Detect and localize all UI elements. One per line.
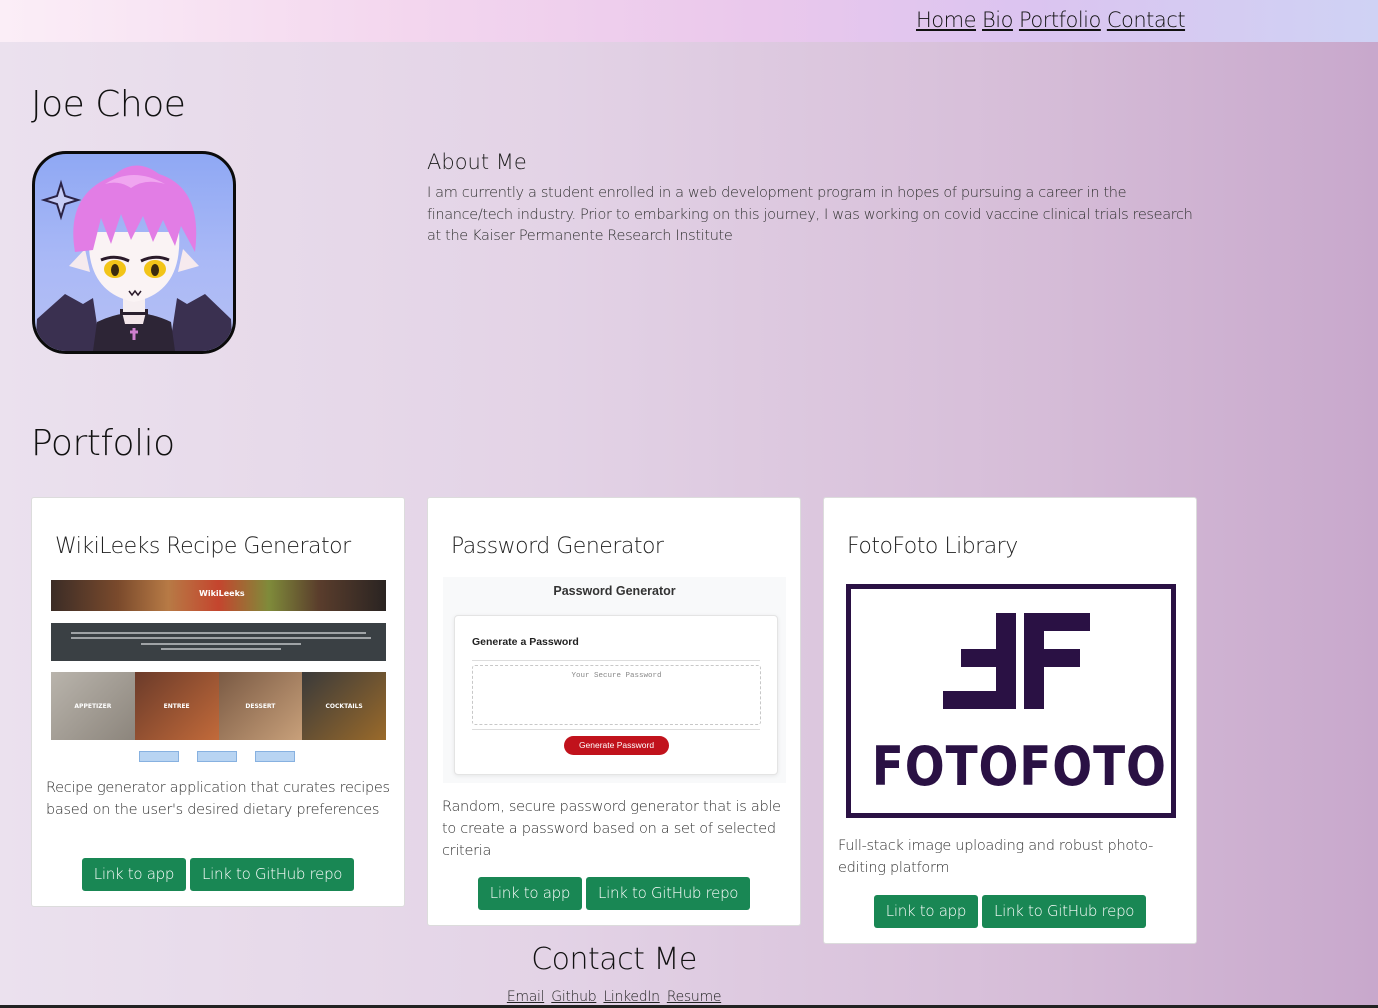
portfolio-card-fotofoto: FotoFoto Library FOTOFOTO Full-stack ima… — [823, 497, 1197, 944]
screenshot-tile: APPETIZER — [51, 672, 135, 740]
project-screenshot: WikiLeeks APPETIZER ENTREE DESSERT COCKT… — [51, 580, 386, 762]
screenshot-tile: COCKTAILS — [302, 672, 386, 740]
screenshot-card: Generate a Password Your Secure Password… — [454, 615, 778, 775]
card-description: Random, secure password generator that i… — [442, 799, 781, 859]
contact-link-resume[interactable]: Resume — [667, 989, 722, 1005]
sparkle-icon — [40, 179, 82, 221]
card-buttons: Link to app Link to GitHub repo — [824, 895, 1196, 928]
avatar-image — [35, 165, 233, 351]
card-buttons: Link to app Link to GitHub repo — [32, 858, 404, 891]
card-title: WikiLeeks Recipe Generator — [55, 534, 351, 559]
screenshot-title: Password Generator — [553, 584, 676, 598]
link-to-repo-button[interactable]: Link to GitHub repo — [982, 895, 1147, 928]
screenshot-buttons — [139, 751, 295, 762]
screenshot-password-box: Your Secure Password — [472, 665, 761, 725]
screenshot-tile: ENTREE — [134, 672, 219, 740]
screenshot-card-heading: Generate a Password — [472, 636, 579, 648]
contact-link-linkedin[interactable]: LinkedIn — [603, 989, 660, 1005]
fotofoto-monogram — [943, 613, 1090, 709]
screenshot-banner: WikiLeeks — [51, 580, 386, 611]
screenshot-generate-button: Generate Password — [564, 736, 669, 755]
about-heading: About Me — [427, 150, 527, 174]
nav-link-contact[interactable]: Contact — [1107, 8, 1186, 32]
fotofoto-logo: FOTOFOTO — [846, 584, 1176, 818]
nav-link-home[interactable]: Home — [916, 8, 977, 32]
card-title: FotoFoto Library — [847, 534, 1018, 559]
card-description: Recipe generator application that curate… — [46, 780, 390, 818]
nav-link-bio[interactable]: Bio — [982, 8, 1013, 32]
screenshot-banner-text: WikiLeeks — [199, 589, 245, 598]
card-description: Full-stack image uploading and robust ph… — [838, 838, 1154, 876]
about-text: I am currently a student enrolled in a w… — [427, 185, 1193, 244]
link-to-app-button[interactable]: Link to app — [873, 895, 979, 928]
avatar — [32, 151, 236, 354]
card-title: Password Generator — [451, 534, 664, 559]
link-to-app-button[interactable]: Link to app — [477, 877, 583, 910]
link-to-repo-button[interactable]: Link to GitHub repo — [586, 877, 751, 910]
portfolio-card-password-generator: Password Generator Password Generator Ge… — [427, 497, 801, 926]
fotofoto-logo-text: FOTOFOTO — [871, 735, 1167, 798]
screenshot-text-block — [51, 623, 386, 661]
nav-link-portfolio[interactable]: Portfolio — [1019, 8, 1101, 32]
contact-link-email[interactable]: Email — [507, 989, 545, 1005]
link-to-app-button[interactable]: Link to app — [81, 858, 187, 891]
card-buttons: Link to app Link to GitHub repo — [428, 877, 800, 910]
portfolio-card-wikileeks: WikiLeeks Recipe Generator WikiLeeks APP… — [31, 497, 405, 907]
top-banner: Home Bio Portfolio Contact — [0, 0, 1378, 42]
screenshot-tiles: APPETIZER ENTREE DESSERT COCKTAILS — [51, 672, 386, 740]
contact-link-github[interactable]: Github — [551, 989, 596, 1005]
portfolio-heading: Portfolio — [31, 423, 175, 464]
main-nav: Home Bio Portfolio Contact — [916, 8, 1186, 32]
project-screenshot: Password Generator Generate a Password Y… — [443, 577, 786, 783]
contact-links: Email Github LinkedIn Resume — [0, 986, 1228, 1005]
page-title: Joe Choe — [31, 84, 186, 125]
link-to-repo-button[interactable]: Link to GitHub repo — [190, 858, 355, 891]
screenshot-placeholder: Your Secure Password — [571, 672, 662, 680]
screenshot-tile: DESSERT — [218, 672, 303, 740]
contact-heading: Contact Me — [531, 942, 697, 977]
